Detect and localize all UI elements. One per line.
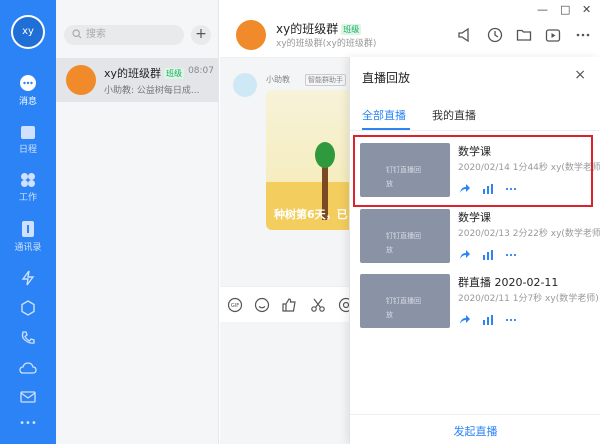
search-placeholder: 搜索: [86, 29, 106, 40]
live-replay-panel: 直播回放 × 全部直播 我的直播 钉钉直播回放 数学课 2020/02/14 1…: [349, 57, 600, 444]
conversation-preview: 小助教: 公益树每日成...: [104, 86, 200, 96]
gif-icon[interactable]: GIF: [227, 297, 243, 313]
conversation-time: 08:07: [188, 66, 214, 76]
thumbnail-label: 钉钉直播回放: [386, 297, 421, 319]
avatar[interactable]: xy: [11, 15, 45, 49]
sender-name: 小助教: [266, 75, 290, 84]
rail-item-messages[interactable]: 消息: [0, 74, 56, 107]
lightning-icon: [21, 270, 35, 286]
add-button[interactable]: +: [191, 25, 211, 45]
minimize-button[interactable]: —: [537, 3, 548, 16]
rail-item-phone[interactable]: [0, 330, 56, 346]
chat-subtitle: xy的班级群(xy的班级群): [276, 39, 377, 49]
svg-text:GIF: GIF: [231, 303, 239, 309]
replay-thumbnail[interactable]: 钉钉直播回放: [360, 274, 450, 328]
class-badge: 班级: [341, 24, 362, 35]
phone-icon: [21, 331, 35, 344]
search-icon: [72, 29, 82, 39]
clock-icon[interactable]: [487, 27, 503, 43]
rail-label: 消息: [18, 97, 37, 107]
more-icon[interactable]: [575, 27, 591, 43]
start-live-button[interactable]: 发起直播: [350, 423, 600, 439]
rail-item-calendar[interactable]: 日程: [0, 124, 56, 155]
contacts-icon: [22, 221, 34, 237]
card-text: 种树第6天，已: [274, 208, 348, 221]
close-window-button[interactable]: ✕: [582, 3, 591, 16]
rail-label: 日程: [18, 145, 37, 155]
stats-icon[interactable]: [481, 248, 495, 262]
more-icon[interactable]: [504, 313, 518, 327]
tab-my-live[interactable]: 我的直播: [432, 107, 476, 123]
group-avatar[interactable]: [236, 20, 266, 50]
rail-item-cloud[interactable]: [0, 360, 56, 376]
close-panel-button[interactable]: ×: [574, 67, 586, 83]
rail-item-mail[interactable]: [0, 390, 56, 404]
highlight-box: [353, 135, 593, 207]
panel-footer: 发起直播: [350, 414, 600, 444]
more-icon[interactable]: [504, 248, 518, 262]
cube-icon: [21, 300, 35, 316]
replay-meta: 2020/02/13 2分22秒 xy(数学老师): [458, 229, 600, 239]
replay-title: 群直播 2020-02-11: [458, 276, 559, 289]
sender-avatar: [233, 73, 257, 97]
rail-more[interactable]: •••: [0, 418, 56, 429]
left-rail: xy 消息 日程 工作 通讯录 •••: [0, 0, 56, 444]
live-icon[interactable]: [545, 27, 561, 43]
conversation-item[interactable]: xy的班级群 班级 08:07 小助教: 公益树每日成...: [56, 58, 218, 102]
megaphone-icon[interactable]: [457, 27, 473, 43]
thumbnail-label: 钉钉直播回放: [386, 232, 421, 254]
conversation-name: xy的班级群 班级: [104, 67, 185, 80]
chat-title: xy的班级群 班级: [276, 22, 362, 36]
calendar-icon: [21, 126, 35, 139]
thumbs-up-icon[interactable]: [281, 297, 297, 313]
rail-item-apps[interactable]: [0, 300, 56, 316]
rail-label: 通讯录: [14, 243, 42, 253]
rail-label: 工作: [18, 193, 37, 203]
panel-title: 直播回放: [362, 71, 411, 85]
sender-tag: 智能群助手: [305, 74, 346, 86]
rail-item-ding[interactable]: [0, 270, 56, 286]
rail-item-work[interactable]: 工作: [0, 172, 56, 203]
workbench-icon: [21, 173, 35, 187]
replay-record[interactable]: 钉钉直播回放 群直播 2020-02-11 2020/02/11 1分7秒 xy…: [358, 274, 599, 340]
rail-item-contacts[interactable]: 通讯录: [0, 220, 56, 253]
mail-icon: [20, 391, 36, 403]
replay-thumbnail[interactable]: 钉钉直播回放: [360, 209, 450, 263]
conversation-list: 搜索 + xy的班级群 班级 08:07 小助教: 公益树每日成...: [56, 0, 219, 444]
emoji-icon[interactable]: [254, 297, 270, 313]
search-input[interactable]: 搜索: [64, 25, 184, 45]
class-badge: 班级: [164, 68, 185, 79]
replay-title: 数学课: [458, 211, 491, 224]
divider: [350, 130, 600, 131]
tab-all-live[interactable]: 全部直播: [362, 107, 406, 123]
message-icon: [20, 75, 36, 91]
input-toolbar: GIF: [220, 286, 354, 322]
share-icon[interactable]: [458, 313, 472, 327]
replay-meta: 2020/02/11 1分7秒 xy(数学老师): [458, 294, 599, 304]
tree-leaf: [315, 142, 335, 168]
replay-record[interactable]: 钉钉直播回放 数学课 2020/02/13 2分22秒 xy(数学老师): [358, 209, 600, 275]
scissors-icon[interactable]: [310, 297, 326, 313]
cloud-icon: [19, 362, 37, 374]
maximize-button[interactable]: □: [560, 3, 570, 16]
chat-header: xy的班级群 班级 xy的班级群(xy的班级群) — □ ✕: [220, 0, 600, 58]
folder-icon[interactable]: [516, 27, 532, 43]
share-icon[interactable]: [458, 248, 472, 262]
group-avatar: [66, 65, 96, 95]
stats-icon[interactable]: [481, 313, 495, 327]
